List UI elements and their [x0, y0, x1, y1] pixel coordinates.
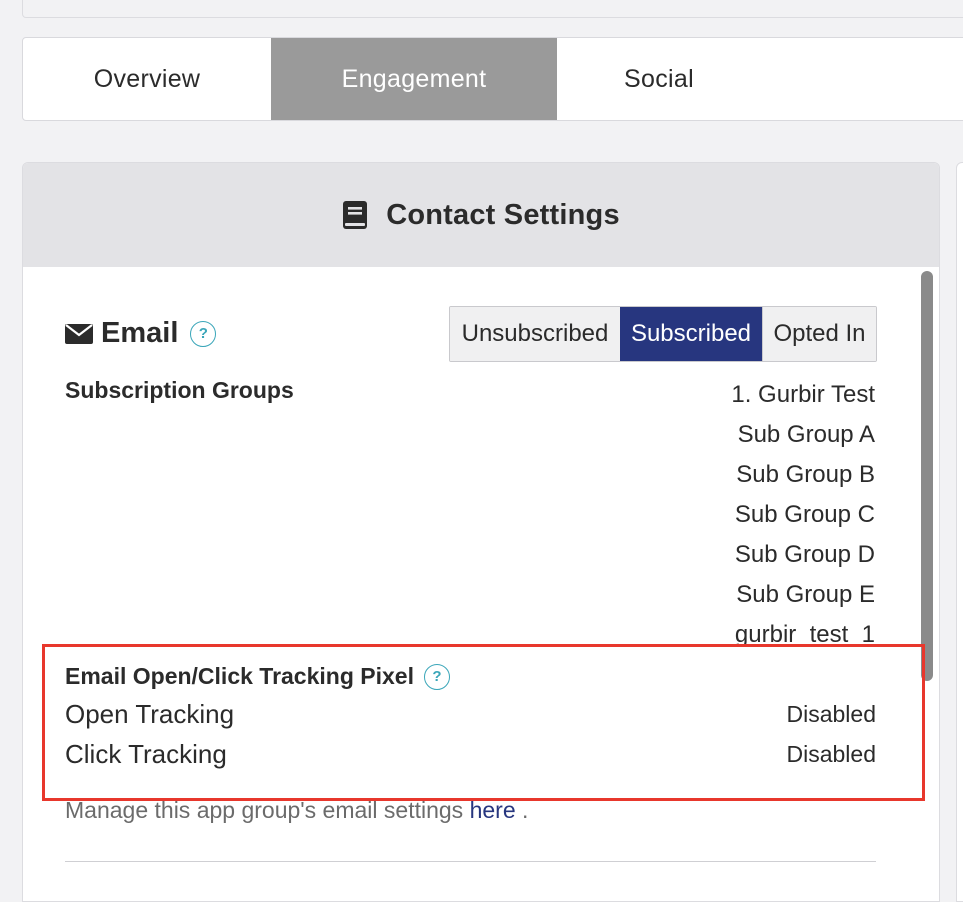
subscription-groups-list: 1. Gurbir Test Sub Group A Sub Group B S… — [731, 375, 875, 655]
open-tracking-label: Open Tracking — [65, 698, 235, 729]
click-tracking-row: Click Tracking Disabled — [65, 738, 876, 770]
adjacent-panel — [956, 162, 963, 902]
manage-settings-link[interactable]: here — [470, 797, 516, 823]
tab-social[interactable]: Social — [557, 38, 761, 120]
subscription-groups-label: Subscription Groups — [65, 377, 294, 403]
scrollbar[interactable] — [921, 271, 933, 681]
manage-suffix: . — [522, 797, 529, 823]
tracking-title-text: Email Open/Click Tracking Pixel — [65, 663, 414, 689]
manage-prefix: Manage this app group's email settings — [65, 797, 464, 823]
list-item: Sub Group B — [736, 461, 875, 488]
list-item: Sub Group C — [734, 501, 875, 528]
list-item: Sub Group E — [736, 581, 875, 608]
click-tracking-value: Disabled — [786, 740, 877, 767]
list-item: 1. Gurbir Test — [731, 381, 875, 408]
book-icon — [343, 201, 368, 229]
email-help-icon[interactable]: ? — [190, 320, 217, 347]
click-tracking-label: Click Tracking — [65, 738, 227, 769]
list-item: Sub Group A — [737, 421, 875, 448]
manage-settings-text: Manage this app group's email settings h… — [65, 797, 528, 824]
email-label: Email — [101, 317, 179, 349]
tab-engagement[interactable]: Engagement — [271, 38, 557, 120]
subscribed-option[interactable]: Subscribed — [620, 307, 762, 361]
list-item: Sub Group D — [734, 541, 875, 568]
email-heading: Email ? — [65, 317, 217, 350]
top-strip — [22, 0, 963, 18]
subscription-state-toggle: Unsubscribed Subscribed Opted In — [449, 306, 877, 362]
tracking-title: Email Open/Click Tracking Pixel ? — [65, 663, 876, 690]
tab-overview[interactable]: Overview — [23, 38, 271, 120]
contact-settings-panel: Contact Settings Email ? Unsubscribed Su… — [22, 162, 940, 902]
panel-header: Contact Settings — [23, 163, 939, 267]
tab-bar: Overview Engagement Social — [22, 37, 963, 121]
tracking-pixel-section: Email Open/Click Tracking Pixel ? Open T… — [65, 663, 876, 770]
envelope-icon — [65, 323, 93, 344]
panel-title: Contact Settings — [386, 198, 620, 231]
list-item: gurbir_test_1 — [734, 621, 875, 648]
open-tracking-value: Disabled — [786, 700, 877, 727]
open-tracking-row: Open Tracking Disabled — [65, 698, 876, 730]
opted-in-option[interactable]: Opted In — [762, 307, 876, 361]
tracking-help-icon[interactable]: ? — [423, 663, 450, 690]
divider — [65, 861, 876, 862]
unsubscribed-option[interactable]: Unsubscribed — [450, 307, 620, 361]
